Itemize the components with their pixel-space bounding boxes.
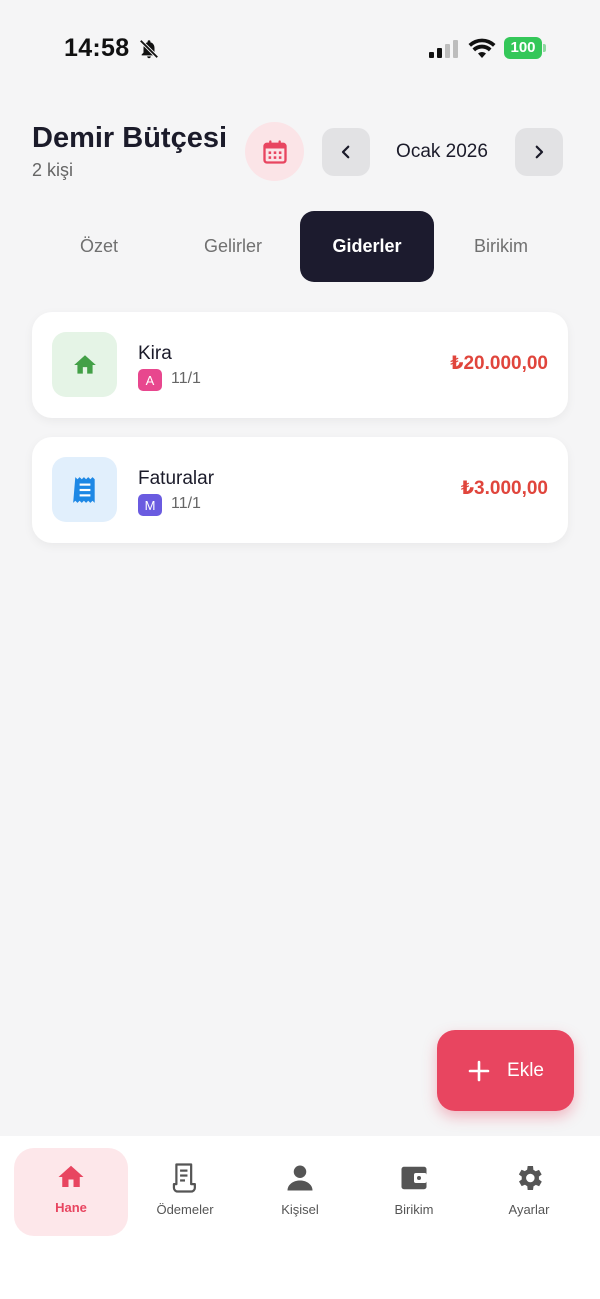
expense-date: 11/1	[171, 370, 201, 387]
receipt-icon	[172, 1163, 196, 1193]
member-count: 2 kişi	[32, 160, 74, 180]
home-icon	[73, 354, 96, 374]
receipt-icon	[72, 476, 95, 503]
add-button[interactable]: Ekle	[437, 1030, 574, 1111]
nav-label: Hane	[55, 1200, 87, 1215]
tab-gelirler[interactable]: Gelirler	[166, 211, 300, 282]
nav-item-odemeler[interactable]: Ödemeler	[128, 1148, 242, 1236]
member-badge: M	[138, 494, 162, 516]
calendar-icon	[262, 139, 287, 164]
home-icon	[58, 1165, 84, 1187]
person-icon	[287, 1165, 313, 1191]
status-time: 14:58	[64, 34, 130, 62]
expense-card[interactable]: Faturalar M 11/1 ₺3.000,00	[32, 437, 568, 543]
plus-icon	[468, 1060, 490, 1081]
wifi-icon	[468, 38, 496, 58]
expense-name: Faturalar	[138, 468, 215, 489]
tab-bar: Özet Gelirler Giderler Birikim	[32, 211, 568, 282]
expense-name: Kira	[138, 343, 172, 364]
nav-label: Kişisel	[281, 1202, 319, 1217]
chevron-left-icon	[341, 145, 350, 159]
expense-icon-box	[52, 332, 117, 397]
expense-date: 11/1	[171, 495, 201, 512]
nav-label: Ayarlar	[508, 1202, 550, 1217]
status-bar: 14:58 100	[0, 0, 600, 100]
expense-amount: ₺20.000,00	[450, 353, 548, 374]
nav-item-kisisel[interactable]: Kişisel	[243, 1148, 357, 1236]
gear-icon	[518, 1166, 542, 1190]
next-month-button[interactable]	[515, 128, 563, 176]
expense-icon-box	[52, 457, 117, 522]
chevron-right-icon	[535, 145, 544, 159]
nav-item-birikim[interactable]: Birikim	[357, 1148, 471, 1236]
tab-giderler[interactable]: Giderler	[300, 211, 434, 282]
nav-label: Birikim	[394, 1202, 434, 1217]
bell-off-icon	[139, 39, 159, 59]
previous-month-button[interactable]	[322, 128, 370, 176]
add-button-label: Ekle	[507, 1059, 544, 1081]
battery-icon: 100	[504, 37, 546, 59]
nav-label: Ödemeler	[156, 1202, 214, 1217]
member-badge: A	[138, 369, 162, 391]
nav-item-ayarlar[interactable]: Ayarlar	[472, 1148, 586, 1236]
signal-icon	[429, 40, 458, 58]
bottom-nav: Hane Ödemeler Kişisel Birikim Ayarlar	[0, 1136, 600, 1299]
expense-amount: ₺3.000,00	[460, 478, 548, 499]
tab-birikim[interactable]: Birikim	[434, 211, 568, 282]
month-label: Ocak 2026	[396, 141, 488, 162]
calendar-button[interactable]	[245, 122, 304, 181]
tab-ozet[interactable]: Özet	[32, 211, 166, 282]
expense-card[interactable]: Kira A 11/1 ₺20.000,00	[32, 312, 568, 418]
battery-level: 100	[504, 37, 542, 59]
page-title: Demir Bütçesi	[32, 122, 228, 154]
nav-item-hane[interactable]: Hane	[14, 1148, 128, 1236]
wallet-icon	[401, 1166, 427, 1190]
